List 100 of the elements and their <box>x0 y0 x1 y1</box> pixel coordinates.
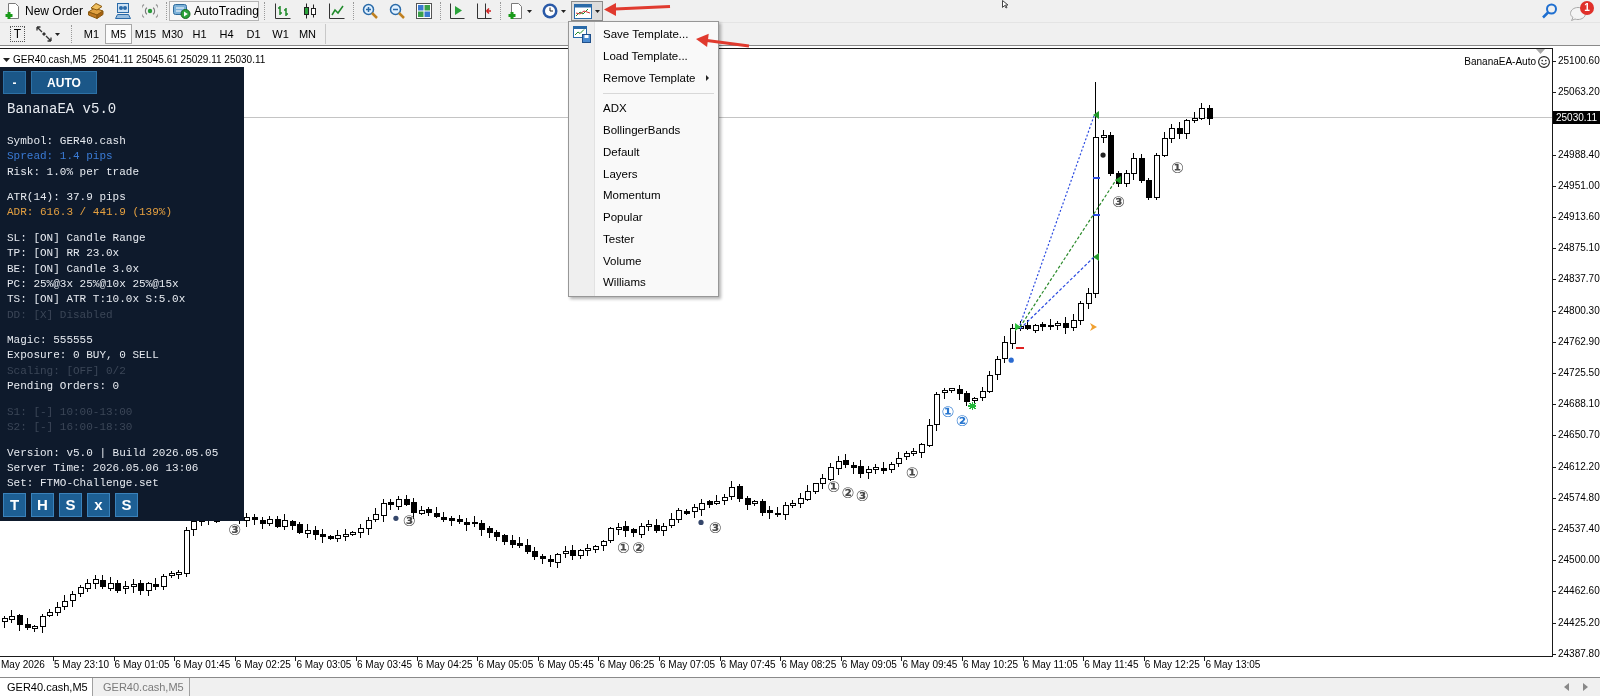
signal-icon[interactable] <box>141 3 158 19</box>
price-label: 25100.60 <box>1558 55 1600 67</box>
new-order-button[interactable]: New Order <box>2 1 82 21</box>
menu-item[interactable]: Tester <box>569 228 641 251</box>
panel-button[interactable]: S <box>59 492 82 517</box>
text-tool-button[interactable]: T <box>10 26 25 42</box>
caret-icon[interactable] <box>561 9 566 13</box>
info-line: Symbol: GER40.cash <box>7 134 127 149</box>
monitor-people-icon[interactable] <box>114 3 131 19</box>
annotation-arrow <box>603 2 671 16</box>
time-label: 6 May 01:45 <box>175 659 231 671</box>
triangle-icon <box>1093 111 1099 119</box>
menu-item[interactable]: Load Template... <box>569 45 690 68</box>
price-label: 24574.80 <box>1558 491 1600 504</box>
circled-number-marker: ② <box>955 412 969 430</box>
dash-icon <box>1091 177 1101 179</box>
timeframe-button[interactable]: MN <box>294 24 321 44</box>
time-label: 6 May 09:05 <box>841 659 897 671</box>
price-label: 24725.50 <box>1558 367 1600 379</box>
time-label: 6 May 01:05 <box>114 659 170 671</box>
zoom-out-icon[interactable] <box>388 3 405 19</box>
clock-icon[interactable] <box>542 3 558 19</box>
scroll-right-icon[interactable] <box>1583 683 1588 691</box>
triangle-icon <box>1015 323 1021 331</box>
menu-item[interactable]: Williams <box>569 272 652 294</box>
menu-item[interactable]: Layers <box>569 163 644 186</box>
time-label: 6 May 11:05 <box>1023 659 1078 671</box>
time-label: 6 May 13:05 <box>1205 659 1261 671</box>
price-label: 24988.40 <box>1558 148 1600 161</box>
caret-icon[interactable] <box>527 9 532 13</box>
menu-item[interactable]: Default <box>569 141 646 164</box>
menu-item[interactable]: Popular <box>569 206 649 229</box>
circled-number-marker: ③ <box>1111 193 1125 211</box>
candlestick-icon[interactable] <box>301 3 318 19</box>
chart-shift-marker-icon[interactable] <box>1536 49 1545 54</box>
chart-symbol: GER40.cash,M5 <box>13 53 87 67</box>
info-line: TS: [ON] ATR T:10.0x S:5.0x <box>7 292 187 308</box>
timeframe-button[interactable]: M5 <box>105 24 132 44</box>
template-button[interactable] <box>571 1 603 21</box>
menu-item[interactable]: Volume <box>569 250 648 273</box>
tile-grid-icon[interactable] <box>415 3 432 19</box>
time-label: 6 May 03:45 <box>357 659 413 671</box>
panel-title: BananaEA v5.0 <box>6 100 118 118</box>
ohlc-values: 25041.11 25045.61 25029.11 25030.11 <box>92 53 266 67</box>
timeframe-button[interactable]: D1 <box>240 24 267 44</box>
timeframe-button[interactable]: M1 <box>78 24 105 44</box>
time-label: 6 May 12:25 <box>1144 659 1200 671</box>
arrows-icon[interactable] <box>36 26 52 42</box>
timeframe-button[interactable]: M30 <box>159 24 186 44</box>
timeframe-button[interactable]: H1 <box>186 24 213 44</box>
timeframe-button[interactable]: M15 <box>132 24 159 44</box>
scroll-left-icon[interactable] <box>1564 683 1569 691</box>
circled-number-marker: ① <box>827 479 840 497</box>
save-template-icon <box>573 26 591 44</box>
panel-button[interactable]: S <box>115 492 138 517</box>
dropdown-triangle-icon[interactable] <box>3 57 10 62</box>
price-label: 24462.60 <box>1558 585 1600 598</box>
time-label: 6 May 07:05 <box>660 659 716 671</box>
menu-item[interactable]: BollingerBands <box>569 119 687 142</box>
menu-item[interactable]: Remove Template <box>569 67 718 90</box>
panel-button[interactable]: T <box>3 492 26 517</box>
chart-shift-icon[interactable] <box>475 3 492 19</box>
panel-button[interactable]: x <box>87 492 110 517</box>
time-label: 6 May 04:25 <box>417 659 473 671</box>
scroll-end-icon[interactable] <box>448 3 465 19</box>
menu-item[interactable]: ADX <box>569 98 633 120</box>
time-label: 6 May 05:05 <box>478 659 534 671</box>
circled-number-marker: ③ <box>855 488 869 506</box>
timeframe-button[interactable]: H4 <box>213 24 240 44</box>
minimize-button[interactable]: - <box>3 71 26 94</box>
time-label: 6 May 07:45 <box>720 659 776 671</box>
price-label: 24650.70 <box>1558 429 1600 442</box>
dot-icon <box>1100 152 1106 158</box>
timeframe-button[interactable]: W1 <box>267 24 294 44</box>
panel-button[interactable]: H <box>31 492 54 517</box>
mouse-cursor-icon <box>1002 0 1010 9</box>
price-label: 24425.20 <box>1558 616 1600 629</box>
time-label: 6 May 10:25 <box>963 659 1019 671</box>
info-line: Version: v5.0 | Build 2026.05.05 <box>7 445 220 461</box>
circled-number-marker: ① <box>1171 159 1184 177</box>
menu-item[interactable]: Save Template... <box>569 24 691 46</box>
menu-item[interactable]: Momentum <box>569 185 667 207</box>
info-line: BE: [ON] Candle 3.0x <box>7 261 141 277</box>
time-label: 6 May 03:05 <box>296 659 352 671</box>
zoom-in-icon[interactable] <box>361 3 378 19</box>
search-icon[interactable] <box>1542 3 1558 19</box>
mode-button[interactable]: AUTO <box>31 71 97 94</box>
caret-icon <box>595 9 600 13</box>
stacked-slabs-icon[interactable] <box>87 3 104 19</box>
bar-chart-icon[interactable] <box>274 3 291 19</box>
chart-tab[interactable]: GER40.cash,M5 <box>0 678 93 696</box>
current-price-label: 25030.11 <box>1553 110 1600 124</box>
dot-icon <box>1008 357 1014 363</box>
document-plus-icon[interactable] <box>508 3 524 19</box>
line-chart-icon[interactable] <box>328 3 345 19</box>
caret-icon[interactable] <box>55 32 60 36</box>
price-label: 24913.60 <box>1558 211 1600 223</box>
info-line: Risk: 1.0% per trade <box>7 164 141 180</box>
chart-tab[interactable]: GER40.cash,M5 <box>93 678 190 696</box>
autotrading-button[interactable]: AutoTrading <box>169 1 259 21</box>
